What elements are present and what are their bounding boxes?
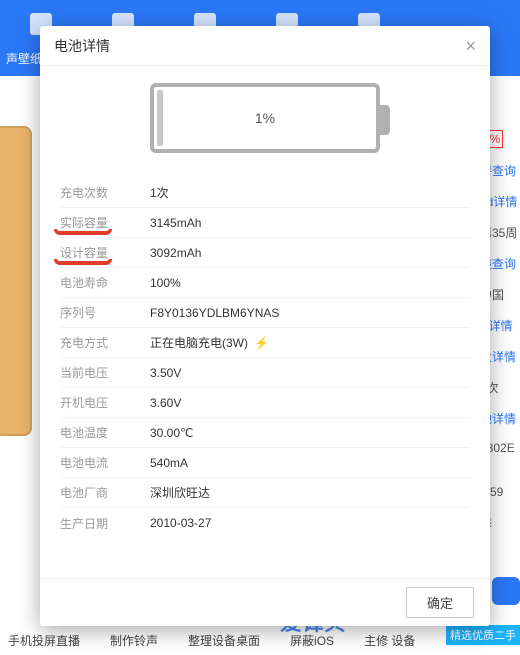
value-serial: F8Y0136YDLBM6YNAS: [150, 306, 279, 320]
label-current: 电池电流: [60, 454, 150, 471]
label-actual-capacity: 实际容量: [60, 214, 150, 231]
row-battery-life: 电池寿命 100%: [60, 268, 470, 298]
close-icon[interactable]: ×: [465, 37, 476, 55]
side-action-button[interactable]: [492, 577, 520, 605]
value-charge-mode: 正在电脑充电(3W) ⚡: [150, 334, 269, 351]
label-manufacturer: 电池厂商: [60, 484, 150, 501]
bottom-item[interactable]: 手机投屏直播: [8, 632, 80, 649]
row-boot-voltage: 开机电压 3.60V: [60, 388, 470, 418]
value-current-voltage: 3.50V: [150, 366, 181, 380]
row-current-voltage: 当前电压 3.50V: [60, 358, 470, 388]
row-current: 电池电流 540mA: [60, 448, 470, 478]
annotation-mark-icon: [54, 229, 112, 235]
row-manufacturer: 电池厂商 深圳欣旺达: [60, 478, 470, 508]
value-prod-date: 2010-03-27: [150, 516, 211, 530]
charging-bolt-icon: ⚡: [254, 336, 269, 350]
row-charge-mode: 充电方式 正在电脑充电(3W) ⚡: [60, 328, 470, 358]
value-temperature: 30.00℃: [150, 426, 194, 440]
value-actual-capacity: 3145mAh: [150, 216, 201, 230]
tab-wallpaper[interactable]: 声壁纸: [6, 52, 42, 66]
battery-detail-dialog: 电池详情 × 1% 充电次数 1次 实际容量 3145mAh 设计容量 3092…: [40, 26, 490, 626]
value-charge-count: 1次: [150, 184, 169, 201]
ok-button[interactable]: 确定: [406, 587, 474, 618]
annotation-mark-icon: [54, 259, 112, 265]
row-charge-count: 充电次数 1次: [60, 178, 470, 208]
bottom-item[interactable]: 主修 设备: [364, 632, 415, 649]
row-actual-capacity: 实际容量 3145mAh: [60, 208, 470, 238]
row-design-capacity: 设计容量 3092mAh: [60, 238, 470, 268]
label-current-voltage: 当前电压: [60, 364, 150, 381]
value-current: 540mA: [150, 456, 188, 470]
label-serial: 序列号: [60, 304, 150, 321]
label-prod-date: 生产日期: [60, 515, 150, 532]
battery-percent-text: 1%: [255, 110, 275, 126]
value-battery-life: 100%: [150, 276, 181, 290]
row-serial: 序列号 F8Y0136YDLBM6YNAS: [60, 298, 470, 328]
bottom-item[interactable]: 制作铃声: [110, 632, 158, 649]
value-design-capacity: 3092mAh: [150, 246, 201, 260]
label-charge-count: 充电次数: [60, 184, 150, 201]
dialog-header: 电池详情 ×: [40, 26, 490, 66]
label-battery-life: 电池寿命: [60, 274, 150, 291]
row-temperature: 电池温度 30.00℃: [60, 418, 470, 448]
value-manufacturer: 深圳欣旺达: [150, 484, 210, 501]
label-temperature: 电池温度: [60, 424, 150, 441]
dialog-footer: 确定: [40, 578, 490, 626]
label-boot-voltage: 开机电压: [60, 394, 150, 411]
dialog-title: 电池详情: [54, 36, 110, 56]
label-charge-mode: 充电方式: [60, 334, 150, 351]
promo-tag: 精选优质二手: [446, 625, 520, 645]
phone-preview: [0, 126, 32, 436]
bottom-toolbar: 手机投屏直播 制作铃声 整理设备桌面 屏蔽iOS 主修 设备: [0, 625, 520, 655]
label-design-capacity: 设计容量: [60, 244, 150, 261]
row-prod-date: 生产日期 2010-03-27: [60, 508, 470, 538]
battery-graphic: 1%: [40, 66, 490, 170]
value-boot-voltage: 3.60V: [150, 396, 181, 410]
detail-rows: 充电次数 1次 实际容量 3145mAh 设计容量 3092mAh 电池寿命 1…: [40, 170, 490, 578]
bottom-item[interactable]: 整理设备桌面: [188, 632, 260, 649]
